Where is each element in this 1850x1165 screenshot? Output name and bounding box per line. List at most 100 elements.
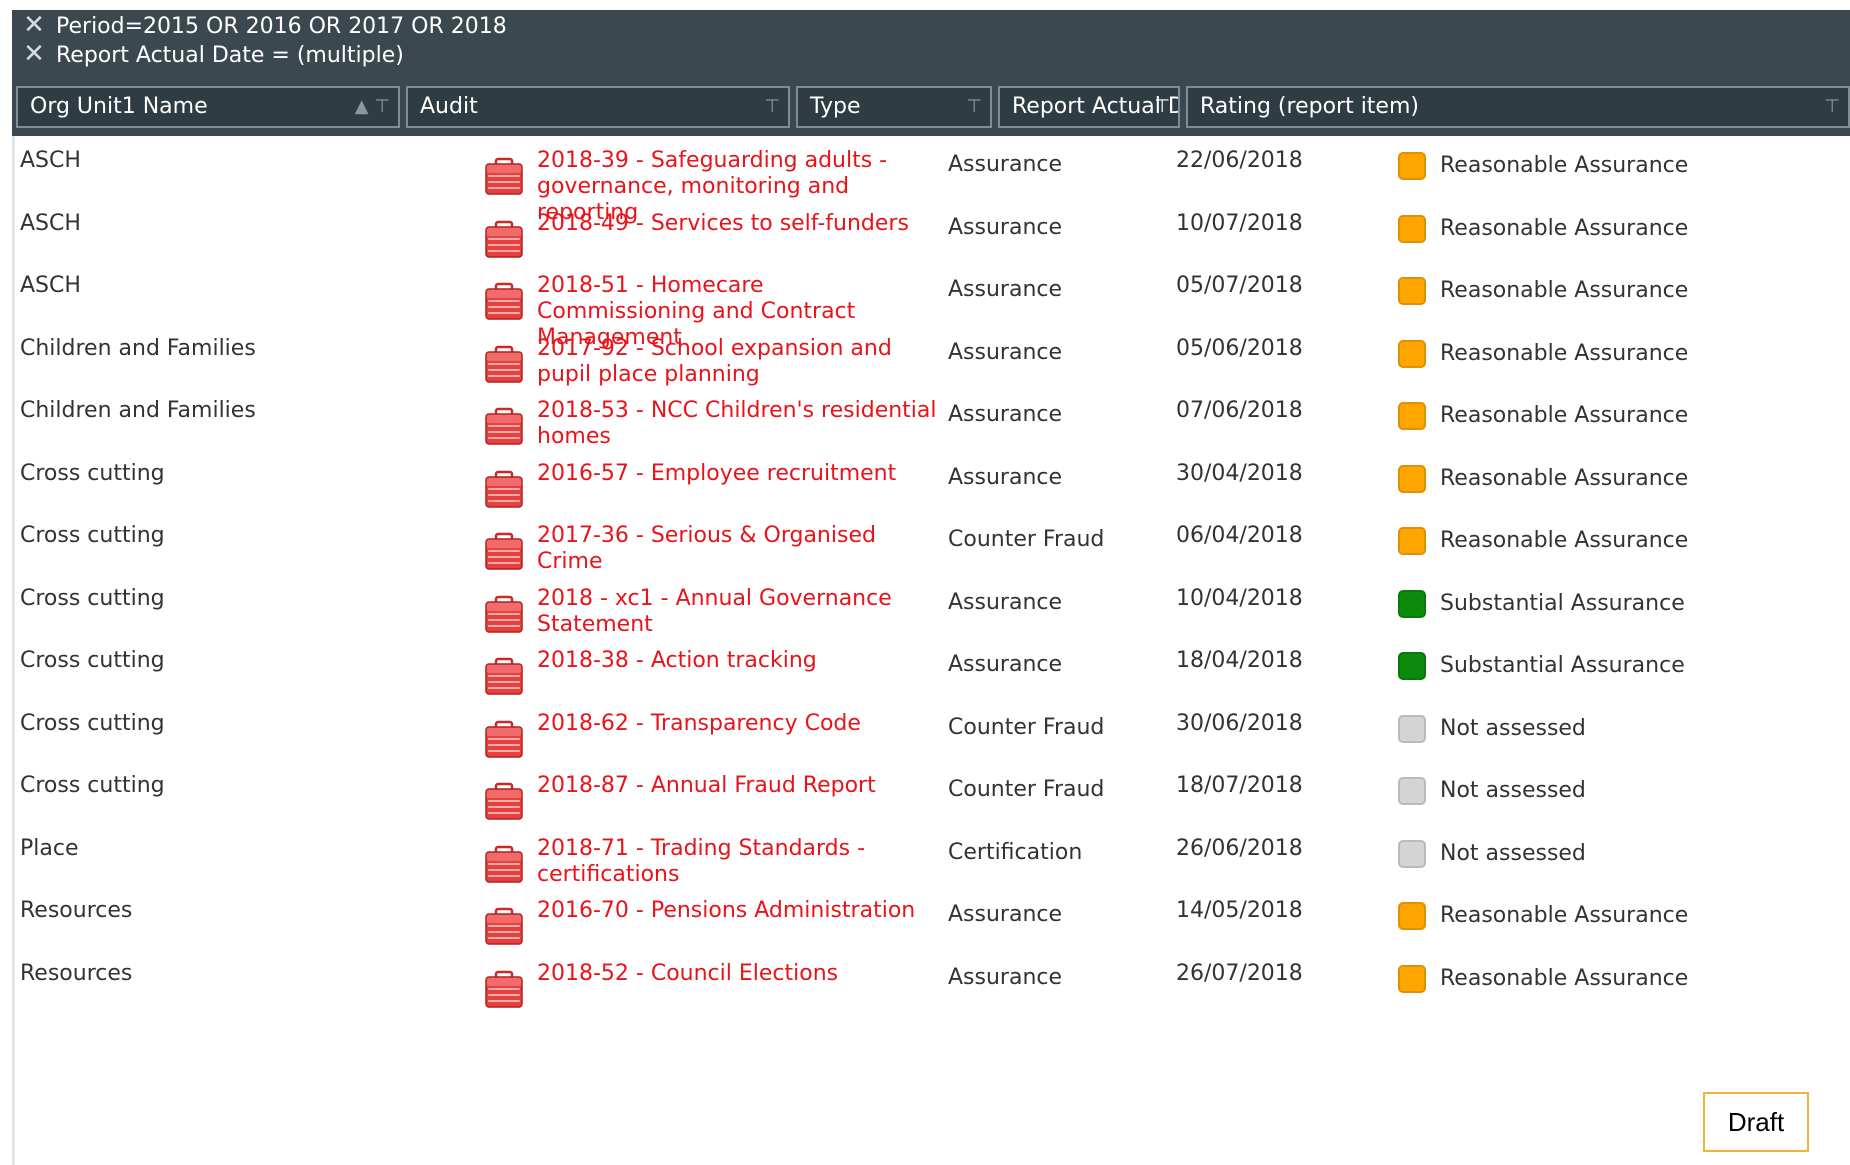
audit-briefcase-icon xyxy=(482,404,526,448)
rating-swatch xyxy=(1398,839,1426,868)
column-header-org[interactable]: Org Unit1 Name ▲ ⊤ xyxy=(16,86,400,128)
rating-label: Not assessed xyxy=(1440,840,1586,866)
remove-filter-icon[interactable]: ✕ xyxy=(20,10,48,40)
audit-link[interactable]: 2018-62 - Transparency Code xyxy=(537,711,937,737)
audit-briefcase-icon xyxy=(482,654,526,698)
audit-link[interactable]: 2017-36 - Serious & Organised Crime xyxy=(537,523,937,575)
report-date-cell: 10/07/2018 xyxy=(1176,210,1303,236)
column-header-org-label: Org Unit1 Name xyxy=(30,94,208,119)
org-unit-cell: Children and Families xyxy=(20,398,256,423)
filter-icon[interactable]: ⊤ xyxy=(1824,88,1840,126)
org-unit-cell: ASCH xyxy=(20,210,81,236)
rating-swatch xyxy=(1398,652,1426,680)
column-header-type-label: Type xyxy=(810,94,861,119)
rating-label: Substantial Assurance xyxy=(1440,653,1685,678)
rating-swatch xyxy=(1398,464,1426,493)
audit-briefcase-icon xyxy=(482,342,526,386)
filter-period: ✕ Period=2015 OR 2016 OR 2017 OR 2018 xyxy=(20,10,507,40)
org-unit-cell: Cross cutting xyxy=(20,648,165,673)
report-viewer: ✕ Period=2015 OR 2016 OR 2017 OR 2018 ✕ Re… xyxy=(0,0,1850,1165)
rating-label: Substantial Assurance xyxy=(1440,590,1685,616)
rating-label: Not assessed xyxy=(1440,778,1586,803)
org-unit-cell: Cross cutting xyxy=(20,460,165,486)
type-cell: Assurance xyxy=(948,214,1063,240)
type-cell: Assurance xyxy=(948,402,1063,427)
column-header-rating[interactable]: Rating (report item) ⊤ xyxy=(1186,86,1850,128)
filter-report-date-label: Report Actual Date = (multiple) xyxy=(56,43,404,68)
report-date-cell: 14/05/2018 xyxy=(1176,898,1303,923)
rating-swatch xyxy=(1398,777,1426,805)
rating-swatch xyxy=(1398,339,1426,368)
audit-briefcase-icon xyxy=(482,842,526,886)
remove-filter-icon[interactable]: ✕ xyxy=(20,39,48,69)
rating-label: Reasonable Assurance xyxy=(1440,153,1689,178)
column-header-rating-label: Rating (report item) xyxy=(1200,94,1419,119)
type-cell: Counter Fraud xyxy=(948,527,1105,552)
column-header-audit-label: Audit xyxy=(420,94,478,119)
table-row[interactable]: Resources 2018-52 - Council Elections Ass… xyxy=(12,949,1850,1023)
report-date-cell: 30/06/2018 xyxy=(1176,710,1303,736)
type-cell: Certification xyxy=(948,839,1083,865)
rating-label: Reasonable Assurance xyxy=(1440,465,1689,491)
audit-briefcase-icon xyxy=(482,779,526,823)
audit-briefcase-icon xyxy=(482,529,526,573)
org-unit-cell: Cross cutting xyxy=(20,523,165,548)
audit-briefcase-icon xyxy=(482,279,526,323)
filter-bar: ✕ Period=2015 OR 2016 OR 2017 OR 2018 ✕ Re… xyxy=(12,10,1850,82)
audit-link[interactable]: 2017-92 - School expansion and pupil pla… xyxy=(537,336,937,388)
audit-briefcase-icon xyxy=(482,717,526,761)
rating-label: Reasonable Assurance xyxy=(1440,965,1689,991)
type-cell: Assurance xyxy=(948,277,1063,302)
audit-link[interactable]: 2018-87 - Annual Fraud Report xyxy=(537,773,937,799)
filter-report-date: ✕ Report Actual Date = (multiple) xyxy=(20,39,404,69)
report-date-cell: 22/06/2018 xyxy=(1176,148,1303,173)
report-date-cell: 07/06/2018 xyxy=(1176,398,1303,423)
draft-watermark: Draft xyxy=(1703,1092,1809,1152)
type-cell: Assurance xyxy=(948,464,1063,490)
org-unit-cell: Cross cutting xyxy=(20,773,165,798)
audit-link[interactable]: 2016-70 - Pensions Administration xyxy=(537,898,937,924)
audit-briefcase-icon xyxy=(482,154,526,198)
rating-swatch xyxy=(1398,152,1426,180)
org-unit-cell: Resources xyxy=(20,960,133,986)
type-cell: Assurance xyxy=(948,652,1063,677)
rating-swatch xyxy=(1398,902,1426,930)
report-date-cell: 26/07/2018 xyxy=(1176,960,1303,986)
report-date-cell: 06/04/2018 xyxy=(1176,523,1303,548)
audit-link[interactable]: 2018-38 - Action tracking xyxy=(537,648,937,674)
type-cell: Counter Fraud xyxy=(948,777,1105,802)
org-unit-cell: ASCH xyxy=(20,273,81,298)
filter-icon[interactable]: ⊤ xyxy=(764,88,780,126)
audit-link[interactable]: 2018-71 - Trading Standards - certificat… xyxy=(537,836,937,888)
audit-briefcase-icon xyxy=(482,967,526,1011)
rating-swatch xyxy=(1398,527,1426,555)
audit-briefcase-icon xyxy=(482,467,526,511)
org-unit-cell: Cross cutting xyxy=(20,710,165,736)
audit-link[interactable]: 2018-53 - NCC Children's residential hom… xyxy=(537,398,937,450)
rating-swatch xyxy=(1398,589,1426,618)
type-cell: Assurance xyxy=(948,339,1063,365)
sort-filter-icon[interactable]: ▲ ⊤ xyxy=(355,88,390,126)
rating-swatch xyxy=(1398,402,1426,430)
active-filter-icon[interactable]: ⊤ xyxy=(1154,88,1170,126)
org-unit-cell: Resources xyxy=(20,898,133,923)
report-date-cell: 05/06/2018 xyxy=(1176,335,1303,361)
org-unit-cell: Place xyxy=(20,835,79,861)
column-header-audit[interactable]: Audit ⊤ xyxy=(406,86,790,128)
report-date-cell: 05/07/2018 xyxy=(1176,273,1303,298)
column-header-type[interactable]: Type ⊤ xyxy=(796,86,992,128)
type-cell: Assurance xyxy=(948,902,1063,927)
table-header: Org Unit1 Name ▲ ⊤ Audit ⊤ Type ⊤ Report… xyxy=(12,82,1850,136)
audit-link[interactable]: 2018 - xc1 - Annual Governance Statement xyxy=(537,586,937,638)
rating-label: Reasonable Assurance xyxy=(1440,903,1689,928)
org-unit-cell: Cross cutting xyxy=(20,585,165,611)
filter-icon[interactable]: ⊤ xyxy=(966,88,982,126)
rating-label: Reasonable Assurance xyxy=(1440,215,1689,241)
report-date-cell: 18/04/2018 xyxy=(1176,648,1303,673)
audit-link[interactable]: 2018-49 - Services to self-funders xyxy=(537,211,937,237)
audit-link[interactable]: 2016-57 - Employee recruitment xyxy=(537,461,937,487)
audit-link[interactable]: 2018-52 - Council Elections xyxy=(537,961,937,987)
column-header-date[interactable]: Report Actual D ⊤ xyxy=(998,86,1180,128)
rating-label: Reasonable Assurance xyxy=(1440,278,1689,303)
org-unit-cell: ASCH xyxy=(20,148,81,173)
